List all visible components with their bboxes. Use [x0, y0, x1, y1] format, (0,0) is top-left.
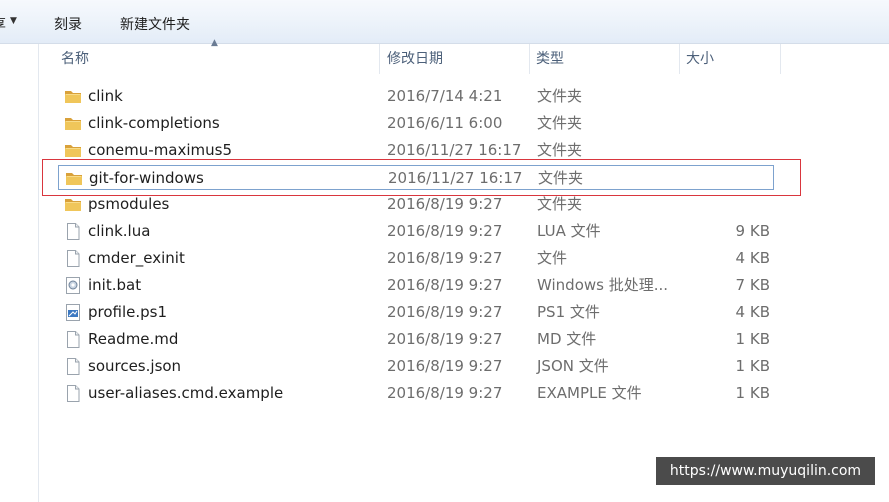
file-row[interactable]: user-aliases.cmd.example 2016/8/19 9:27 EX… [58, 381, 774, 406]
file-date: 2016/6/11 6:00 [387, 114, 503, 132]
file-row[interactable]: clink.lua 2016/8/19 9:27 LUA 文件 9 KB [58, 219, 774, 244]
batch-file-icon [64, 277, 82, 294]
file-size: 1 KB [735, 330, 770, 348]
file-row[interactable]: profile.ps1 2016/8/19 9:27 PS1 文件 4 KB [58, 300, 774, 325]
file-size: 1 KB [735, 357, 770, 375]
folder-icon [64, 115, 82, 132]
annotation-highlight-box [42, 159, 801, 196]
file-name: cmder_exinit [88, 249, 185, 267]
new-folder-button[interactable]: 新建文件夹 [120, 14, 190, 34]
file-size: 1 KB [735, 384, 770, 402]
file-type: 文件夹 [537, 87, 583, 105]
file-size: 7 KB [735, 276, 770, 294]
column-size[interactable]: 大小 [680, 44, 780, 74]
watermark: https://www.muyuqilin.com [656, 457, 875, 485]
column-name[interactable]: 名称 [55, 44, 379, 74]
file-row[interactable]: sources.json 2016/8/19 9:27 JSON 文件 1 KB [58, 354, 774, 379]
file-icon [64, 331, 82, 348]
file-size: 4 KB [735, 249, 770, 267]
file-type: JSON 文件 [537, 357, 609, 375]
file-row[interactable]: cmder_exinit 2016/8/19 9:27 文件 4 KB [58, 246, 774, 271]
share-menu-label[interactable]: 享 [0, 14, 6, 34]
file-icon [64, 358, 82, 375]
file-name: clink.lua [88, 222, 151, 240]
file-name: clink [88, 87, 123, 105]
file-type: MD 文件 [537, 330, 597, 348]
file-size [688, 84, 770, 109]
file-name: Readme.md [88, 330, 179, 348]
file-name: user-aliases.cmd.example [88, 384, 284, 402]
column-divider[interactable] [379, 44, 380, 74]
file-row[interactable]: init.bat 2016/8/19 9:27 Windows 批处理... 7 KB [58, 273, 774, 298]
chevron-down-icon[interactable]: ▼ [10, 16, 17, 26]
folder-icon [64, 88, 82, 105]
column-date[interactable]: 修改日期 [381, 44, 529, 74]
file-name: profile.ps1 [88, 303, 168, 321]
navigation-pane[interactable] [0, 44, 39, 502]
column-type[interactable]: 类型 [530, 44, 680, 74]
column-divider[interactable] [780, 44, 781, 74]
file-size: 4 KB [735, 303, 770, 321]
file-type: LUA 文件 [537, 222, 601, 240]
file-type: 文件 [537, 249, 568, 267]
folder-icon [64, 142, 82, 159]
file-type: Windows 批处理... [537, 276, 669, 294]
file-icon [64, 223, 82, 240]
file-row[interactable]: clink 2016/7/14 4:21 文件夹 [58, 84, 774, 109]
column-header: ▲ 名称 修改日期 类型 大小 [39, 38, 889, 74]
file-size: 9 KB [735, 222, 770, 240]
file-date: 2016/8/19 9:27 [387, 303, 503, 321]
file-row[interactable]: clink-completions 2016/6/11 6:00 文件夹 [58, 111, 774, 136]
folder-icon [64, 196, 82, 213]
toolbar: 享 ▼ 刻录 新建文件夹 [0, 0, 889, 44]
file-date: 2016/8/19 9:27 [387, 330, 503, 348]
file-date: 2016/7/14 4:21 [387, 87, 503, 105]
file-icon [64, 385, 82, 402]
file-type: EXAMPLE 文件 [537, 384, 642, 402]
file-date: 2016/8/19 9:27 [387, 384, 503, 402]
file-name: sources.json [88, 357, 182, 375]
script-file-icon [64, 304, 82, 321]
file-date: 2016/8/19 9:27 [387, 276, 503, 294]
file-date: 2016/8/19 9:27 [387, 357, 503, 375]
file-size [688, 111, 770, 136]
file-icon [64, 250, 82, 267]
file-name: init.bat [88, 276, 142, 294]
file-row[interactable]: Readme.md 2016/8/19 9:27 MD 文件 1 KB [58, 327, 774, 352]
file-type: PS1 文件 [537, 303, 600, 321]
burn-button[interactable]: 刻录 [54, 14, 82, 34]
file-type: 文件夹 [537, 114, 583, 132]
file-name: clink-completions [88, 114, 220, 132]
file-date: 2016/8/19 9:27 [387, 222, 503, 240]
file-date: 2016/8/19 9:27 [387, 249, 503, 267]
